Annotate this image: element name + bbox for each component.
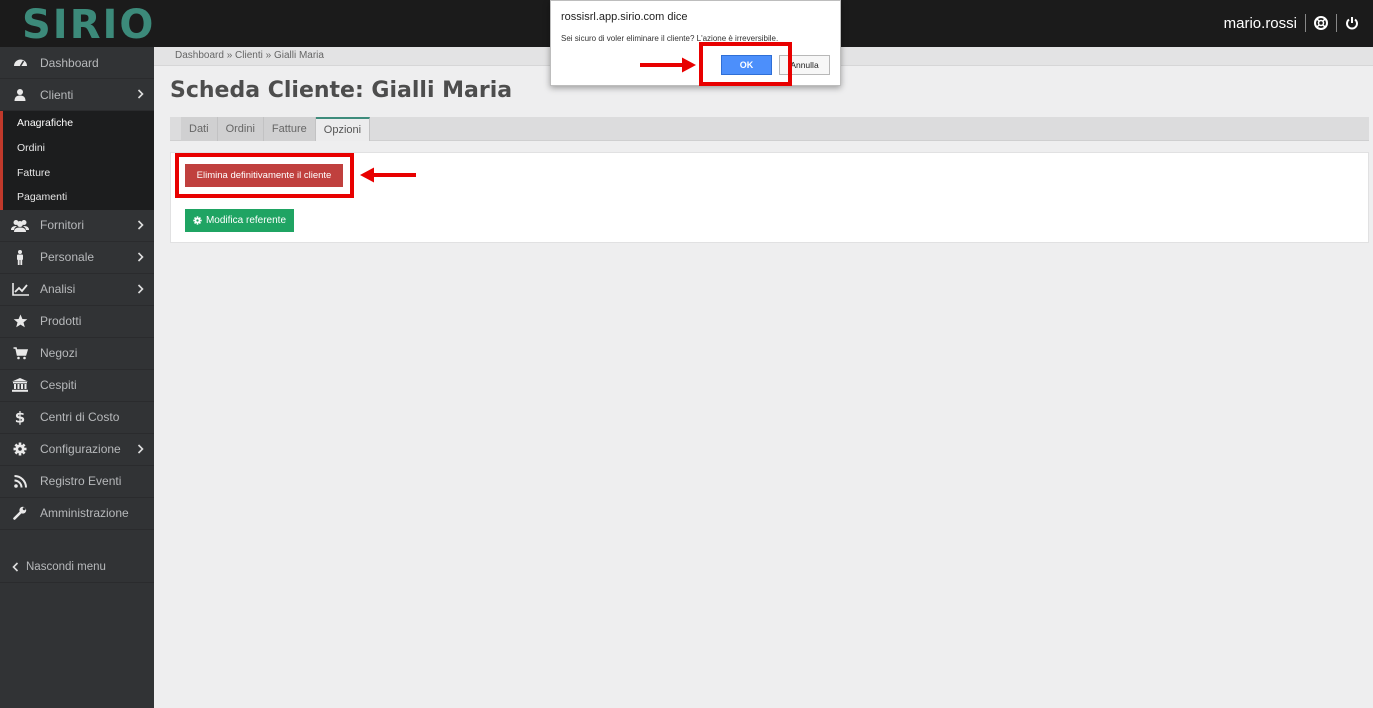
sidebar: Dashboard Clienti Anagrafiche Ordini Fat…: [0, 47, 154, 708]
chevron-right-icon: [137, 88, 144, 102]
tab-fatture[interactable]: Fatture: [263, 117, 316, 141]
sidebar-item-label: Prodotti: [40, 314, 82, 329]
sidebar-item-label: Cespiti: [40, 378, 77, 393]
submenu-item-anagrafiche[interactable]: Anagrafiche: [3, 111, 154, 136]
sidebar-item-prodotti[interactable]: Prodotti: [0, 306, 154, 338]
user-area: mario.rossi: [1224, 14, 1359, 32]
svg-text:$: $: [15, 409, 25, 425]
cart-icon: [0, 346, 40, 360]
arrow-left-annotation: [360, 167, 416, 183]
sidebar-item-negozi[interactable]: Negozi: [0, 338, 154, 370]
separator: [1336, 14, 1337, 32]
tab-dati[interactable]: Dati: [181, 117, 218, 141]
star-icon: [0, 314, 40, 328]
arrow-right-annotation: [640, 57, 696, 73]
sidebar-item-label: Configurazione: [40, 442, 121, 457]
page-title: Scheda Cliente: Gialli Maria: [170, 78, 513, 103]
dialog-title: rossisrl.app.sirio.com dice: [561, 11, 688, 23]
chevron-left-icon: [12, 561, 19, 572]
sidebar-item-clienti[interactable]: Clienti: [0, 79, 154, 111]
tab-opzioni[interactable]: Opzioni: [315, 117, 371, 141]
highlight-box-delete: [175, 153, 354, 198]
tab-ordini[interactable]: Ordini: [217, 117, 264, 141]
sidebar-item-label: Personale: [40, 250, 95, 265]
submenu-item-ordini[interactable]: Ordini: [3, 136, 154, 161]
sidebar-item-centri-di-costo[interactable]: $ Centri di Costo: [0, 402, 154, 434]
username[interactable]: mario.rossi: [1224, 15, 1297, 32]
sidebar-item-label: Clienti: [40, 87, 74, 102]
person-icon: [0, 249, 40, 265]
dollar-icon: $: [0, 409, 40, 425]
support-icon[interactable]: [1314, 16, 1328, 30]
clienti-submenu: Anagrafiche Ordini Fatture Pagamenti: [0, 111, 154, 210]
sidebar-item-label: Centri di Costo: [40, 410, 120, 425]
users-icon: [0, 219, 40, 232]
chevron-right-icon: [137, 443, 144, 457]
separator: [1305, 14, 1306, 32]
sidebar-item-cespiti[interactable]: Cespiti: [0, 370, 154, 402]
gear-icon: [0, 442, 40, 456]
power-icon[interactable]: [1345, 16, 1359, 30]
sidebar-item-personale[interactable]: Personale: [0, 242, 154, 274]
highlight-box-ok: [699, 42, 792, 86]
sidebar-item-label: Dashboard: [40, 55, 99, 70]
line-chart-icon: [0, 282, 40, 296]
edit-referent-button[interactable]: Modifica referente: [185, 209, 294, 232]
chevron-right-icon: [137, 251, 144, 265]
sidebar-item-label: Analisi: [40, 282, 76, 297]
app-logo[interactable]: SIRIO: [22, 2, 155, 48]
wrench-icon: [0, 506, 40, 521]
edit-referent-label: Modifica referente: [205, 215, 287, 226]
sidebar-item-label: Negozi: [40, 346, 78, 361]
sidebar-item-configurazione[interactable]: Configurazione: [0, 434, 154, 466]
sidebar-item-label: Registro Eventi: [40, 474, 122, 489]
hide-menu-label: Nascondi menu: [26, 560, 106, 573]
sidebar-item-label: Fornitori: [40, 218, 85, 233]
sidebar-item-fornitori[interactable]: Fornitori: [0, 210, 154, 242]
gear-icon: [193, 216, 202, 225]
sidebar-item-label: Amministrazione: [40, 506, 129, 521]
hide-menu-button[interactable]: Nascondi menu: [0, 551, 154, 583]
rss-icon: [0, 474, 40, 488]
bank-icon: [0, 378, 40, 393]
submenu-item-pagamenti[interactable]: Pagamenti: [3, 185, 154, 210]
submenu-item-fatture[interactable]: Fatture: [3, 160, 154, 185]
tab-bar: Dati Ordini Fatture Opzioni: [170, 117, 1369, 141]
chevron-right-icon: [137, 219, 144, 233]
sidebar-item-amministrazione[interactable]: Amministrazione: [0, 498, 154, 530]
dashboard-icon: [0, 56, 40, 69]
chevron-right-icon: [137, 283, 144, 297]
breadcrumb[interactable]: Dashboard » Clienti » Gialli Maria: [175, 50, 324, 61]
user-icon: [0, 88, 40, 101]
sidebar-item-analisi[interactable]: Analisi: [0, 274, 154, 306]
sidebar-item-dashboard[interactable]: Dashboard: [0, 47, 154, 79]
sidebar-item-registro-eventi[interactable]: Registro Eventi: [0, 466, 154, 498]
